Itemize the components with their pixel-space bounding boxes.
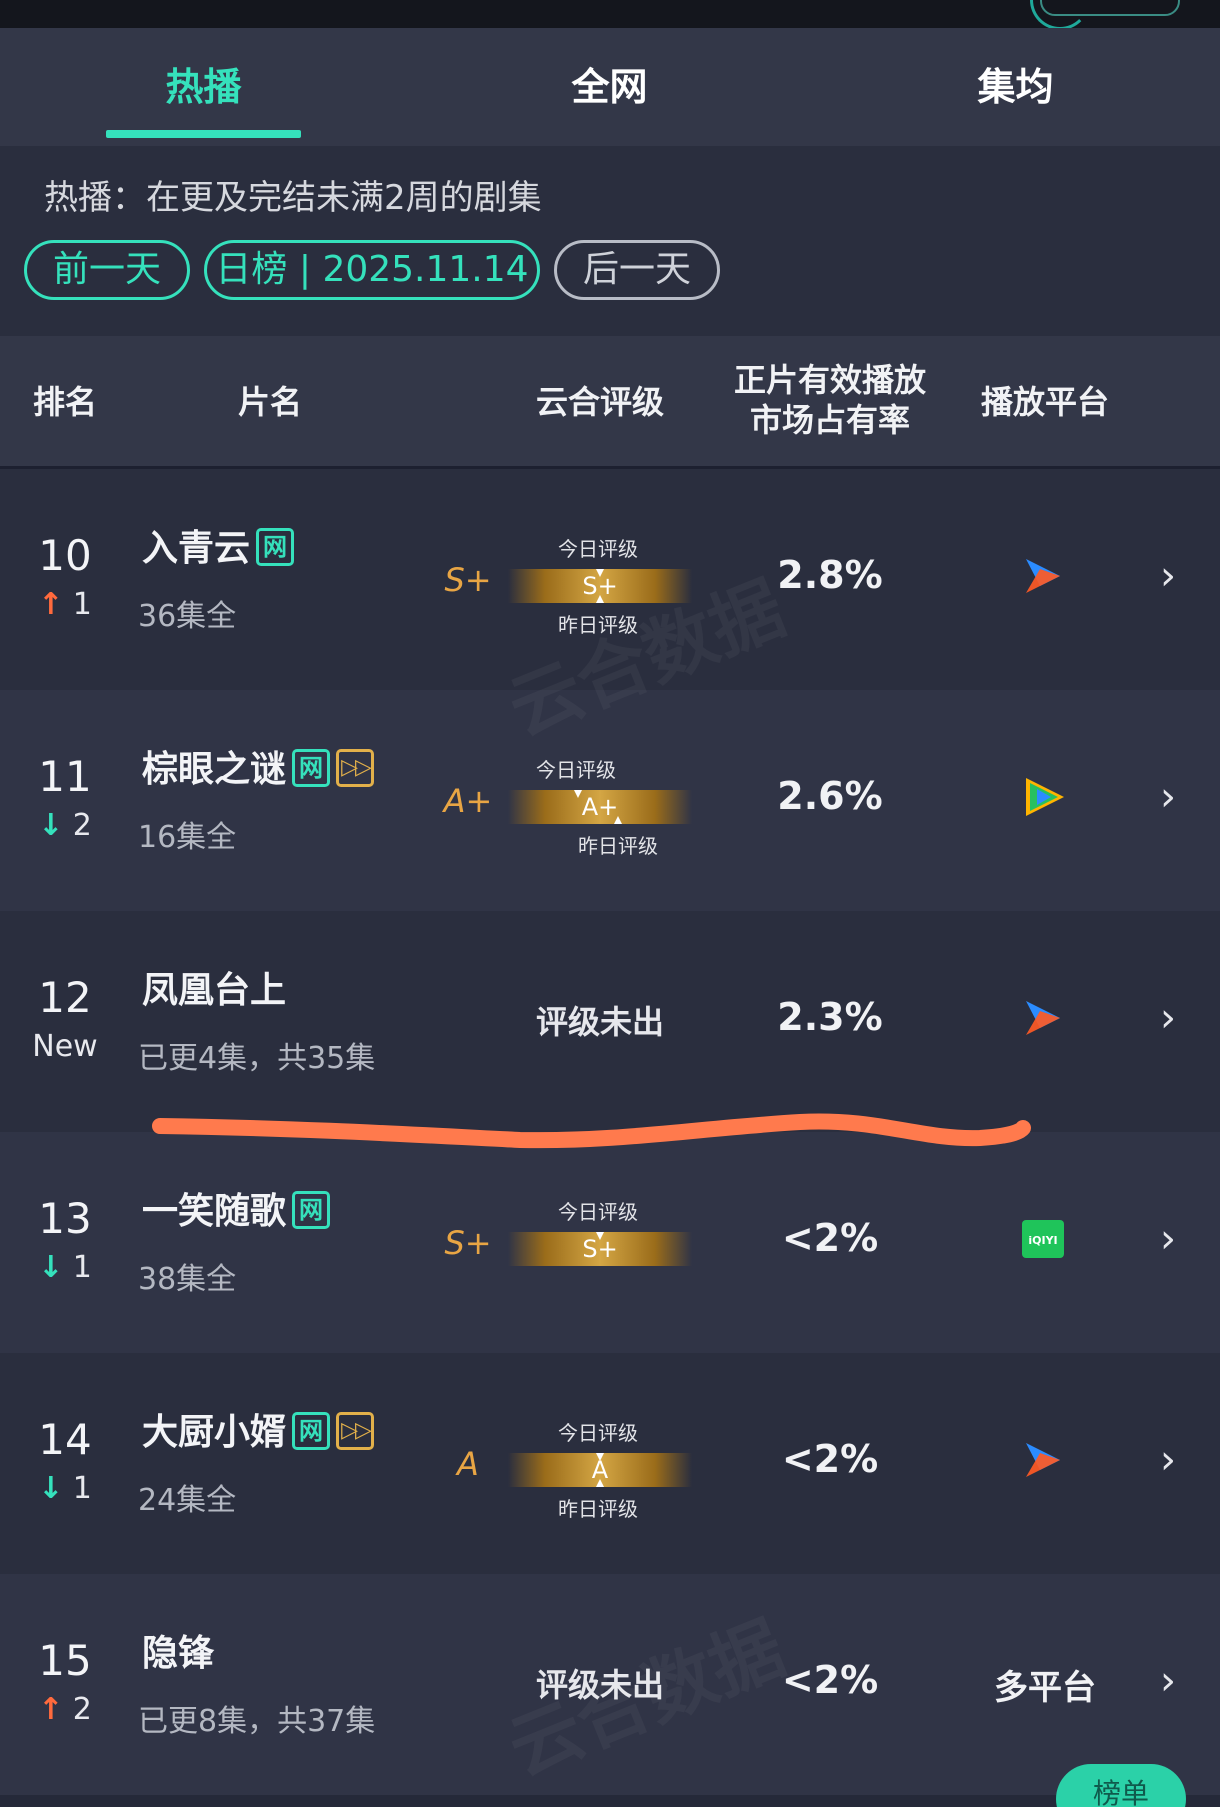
list-fab-button[interactable]: 榜单: [1056, 1764, 1186, 1807]
hand-drawn-underline: [152, 1113, 1031, 1149]
